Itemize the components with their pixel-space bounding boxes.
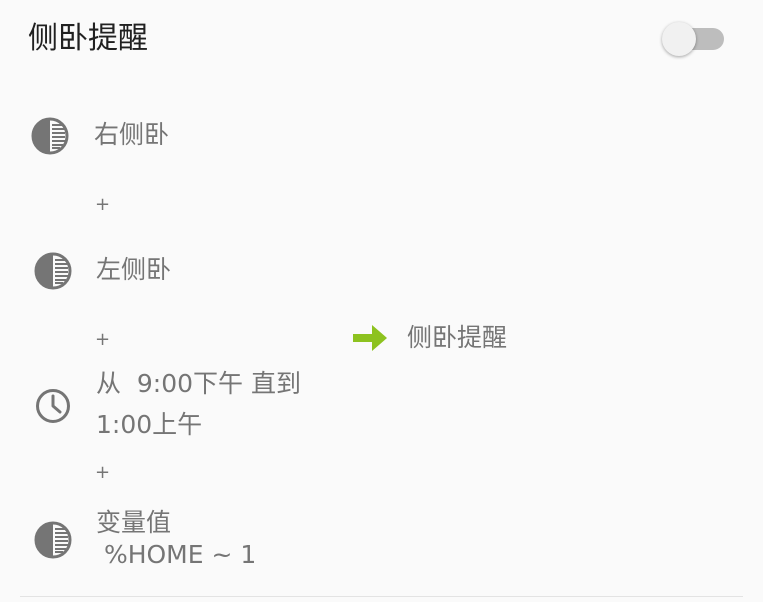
condition-joiner: + (95, 329, 111, 350)
task-label[interactable]: 侧卧提醒 (407, 320, 507, 356)
condition-time-line2[interactable]: 1:00上午 (96, 407, 202, 443)
half-circle-state-icon (31, 117, 69, 155)
profile-card[interactable]: 侧卧提醒 右侧卧 + 左侧卧 + 从 9:00下午 直到 1:00上午 + 变量… (0, 0, 763, 602)
condition-variable-line2[interactable]: %HOME ~ 1 (96, 537, 256, 573)
condition-joiner: + (95, 194, 111, 215)
condition-state-left-side[interactable]: 左侧卧 (96, 252, 171, 288)
condition-joiner: + (95, 462, 111, 483)
half-circle-state-icon (34, 521, 72, 559)
profile-title[interactable]: 侧卧提醒 (28, 18, 148, 60)
half-circle-state-icon (34, 252, 72, 290)
green-arrow-right-icon (353, 325, 387, 351)
condition-time-line1[interactable]: 从 9:00下午 直到 (96, 366, 301, 402)
condition-state-right-side[interactable]: 右侧卧 (94, 117, 169, 153)
toggle-thumb (662, 22, 696, 56)
clock-icon (36, 389, 70, 423)
divider (20, 596, 743, 597)
condition-variable-line1[interactable]: 变量值 (96, 505, 171, 541)
profile-enable-toggle[interactable] (662, 22, 724, 56)
